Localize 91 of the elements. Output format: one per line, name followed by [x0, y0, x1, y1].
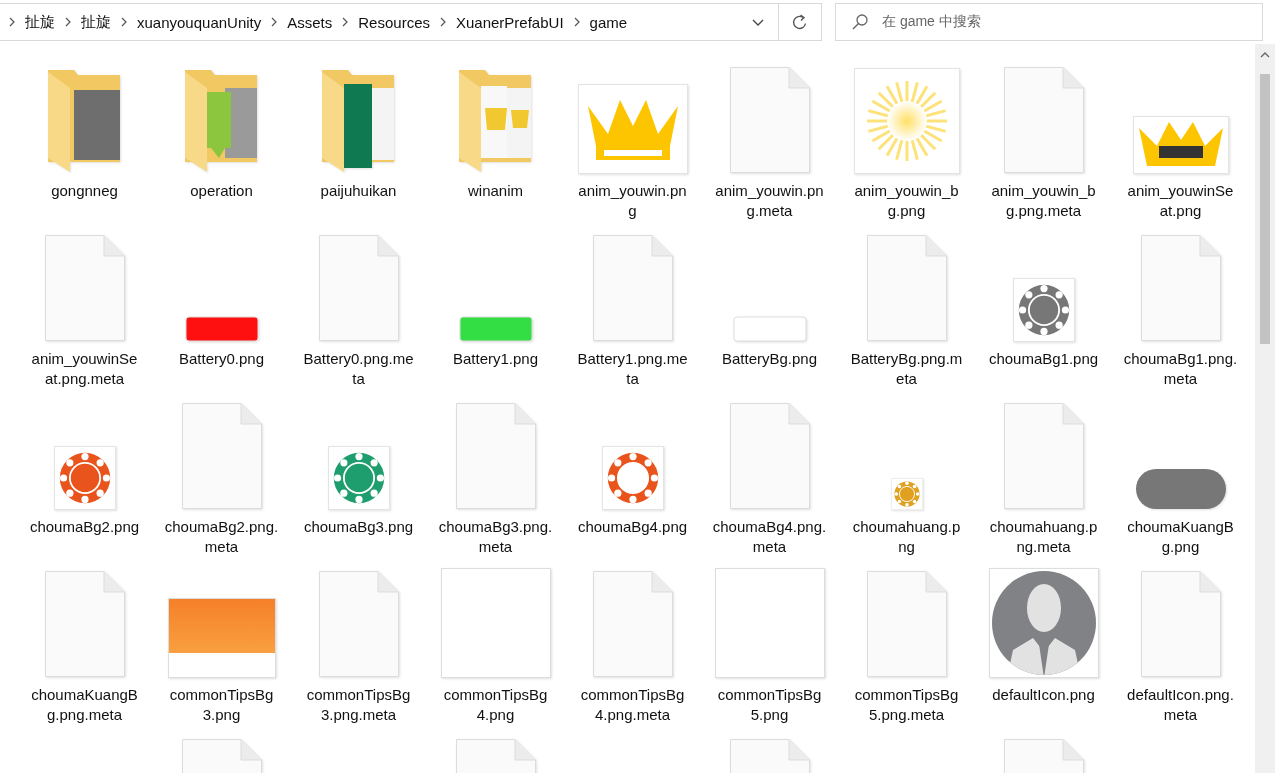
file-name[interactable]: commonTipsBg5.png.meta [849, 685, 964, 725]
file-name[interactable]: choumaBg2.png.meta [164, 517, 279, 557]
breadcrumb-item[interactable]: Assets [285, 11, 335, 33]
file-icon [180, 402, 263, 510]
file-name[interactable]: choumaBg4.png [575, 517, 690, 537]
file-icon [865, 234, 948, 342]
address-bar[interactable]: 扯旋 扯旋 xuanyouquanUnity Assets Resources XuanerPrefabUI game [0, 3, 822, 41]
file-name[interactable]: operation [164, 181, 279, 201]
search-placeholder: 在 game 中搜索 [882, 13, 981, 31]
breadcrumb-item[interactable]: XuanerPrefabUI [454, 11, 566, 33]
poker-chip-icon [327, 446, 390, 510]
file-name[interactable]: choumaBg2.png [27, 517, 142, 537]
file-name[interactable]: defaultIcon.png.meta [1123, 685, 1238, 725]
scrollbar[interactable] [1255, 44, 1275, 773]
file-name[interactable]: anim_youwin_bg.png.meta [986, 181, 1101, 221]
file-name[interactable]: commonTipsBg4.png.meta [575, 685, 690, 725]
file-name[interactable]: commonTipsBg4.png [438, 685, 553, 725]
file-icon [43, 570, 126, 678]
battery-bar-icon [458, 316, 533, 342]
file-icon [43, 234, 126, 342]
scrollbar-thumb[interactable] [1260, 74, 1270, 344]
poker-chip-icon [1012, 278, 1075, 342]
sunburst-icon [853, 68, 960, 174]
battery-bar-icon [184, 316, 259, 342]
breadcrumb-item[interactable]: 扯旋 [23, 10, 57, 34]
file-name[interactable]: choumaBg1.png.meta [1123, 349, 1238, 389]
file-name[interactable]: anim_youwin_bg.png [849, 181, 964, 221]
crown-icon [1132, 116, 1229, 174]
crown-icon [577, 84, 688, 174]
file-icon [1002, 66, 1085, 174]
file-name[interactable]: choumahuang.png [849, 517, 964, 557]
file-name[interactable]: choumahuang.png.meta [986, 517, 1101, 557]
file-name[interactable]: anim_youwinSeat.png [1123, 181, 1238, 221]
pill-shape-icon [1134, 468, 1227, 510]
file-name[interactable]: choumaBg4.png.meta [712, 517, 827, 557]
file-name[interactable]: choumaKuangBg.png.meta [27, 685, 142, 725]
file-name[interactable]: BatteryBg.png [712, 349, 827, 369]
file-icon [591, 570, 674, 678]
file-name[interactable]: paijuhuikan [301, 181, 416, 201]
battery-bar-icon [732, 316, 807, 342]
file-name[interactable]: anim_youwinSeat.png.meta [27, 349, 142, 389]
file-name[interactable]: anim_youwin.png [575, 181, 690, 221]
file-icon [728, 66, 811, 174]
file-icon [728, 402, 811, 510]
file-name[interactable]: BatteryBg.png.meta [849, 349, 964, 389]
file-icon [1002, 402, 1085, 510]
poker-chip-icon [601, 446, 664, 510]
file-name[interactable]: choumaBg3.png.meta [438, 517, 553, 557]
chevron-icon [121, 17, 127, 27]
chevron-icon [342, 17, 349, 27]
chevron-icon [440, 17, 446, 27]
file-name[interactable]: gongnneg [27, 181, 142, 201]
blank-image-icon [714, 568, 825, 678]
chevron-icon [573, 17, 580, 27]
file-name[interactable]: Battery0.png.meta [301, 349, 416, 389]
breadcrumb-item[interactable]: 扯旋 [79, 10, 113, 34]
file-icon [1139, 234, 1222, 342]
chevron-icon [9, 17, 15, 27]
chevron-icon [65, 17, 71, 27]
chevron-icon [271, 17, 278, 27]
file-name[interactable]: Battery1.png [438, 349, 553, 369]
search-field[interactable]: 在 game 中搜索 [835, 3, 1263, 41]
file-name[interactable]: choumaBg3.png [301, 517, 416, 537]
file-name[interactable]: Battery1.png.meta [575, 349, 690, 389]
poker-chip-icon [53, 446, 116, 510]
breadcrumb-item[interactable]: game [587, 11, 630, 33]
blank-image-icon [440, 568, 551, 678]
poker-chip-icon [890, 478, 923, 510]
file-icon [454, 402, 537, 510]
breadcrumb-item[interactable]: Resources [356, 11, 432, 33]
file-name[interactable]: commonTipsBg5.png [712, 685, 827, 725]
file-name[interactable]: commonTipsBg3.png [164, 685, 279, 725]
file-name[interactable]: defaultIcon.png [986, 685, 1101, 705]
file-name[interactable]: commonTipsBg3.png.meta [301, 685, 416, 725]
file-icon [591, 234, 674, 342]
file-name[interactable]: Battery0.png [164, 349, 279, 369]
banner-icon [167, 598, 276, 678]
search-icon [852, 14, 868, 30]
file-name[interactable]: winanim [438, 181, 553, 201]
breadcrumb-item[interactable]: xuanyouquanUnity [135, 11, 264, 33]
file-icon [317, 234, 400, 342]
file-name[interactable]: choumaKuangBg.png [1123, 517, 1238, 557]
file-icon [865, 570, 948, 678]
file-icon [317, 570, 400, 678]
file-icon [1139, 570, 1222, 678]
file-name[interactable]: choumaBg1.png [986, 349, 1101, 369]
scroll-up-icon[interactable] [1260, 52, 1270, 58]
dropdown-icon[interactable] [752, 18, 764, 26]
file-name[interactable]: anim_youwin.png.meta [712, 181, 827, 221]
refresh-icon[interactable] [792, 13, 808, 31]
avatar-icon [988, 568, 1099, 678]
